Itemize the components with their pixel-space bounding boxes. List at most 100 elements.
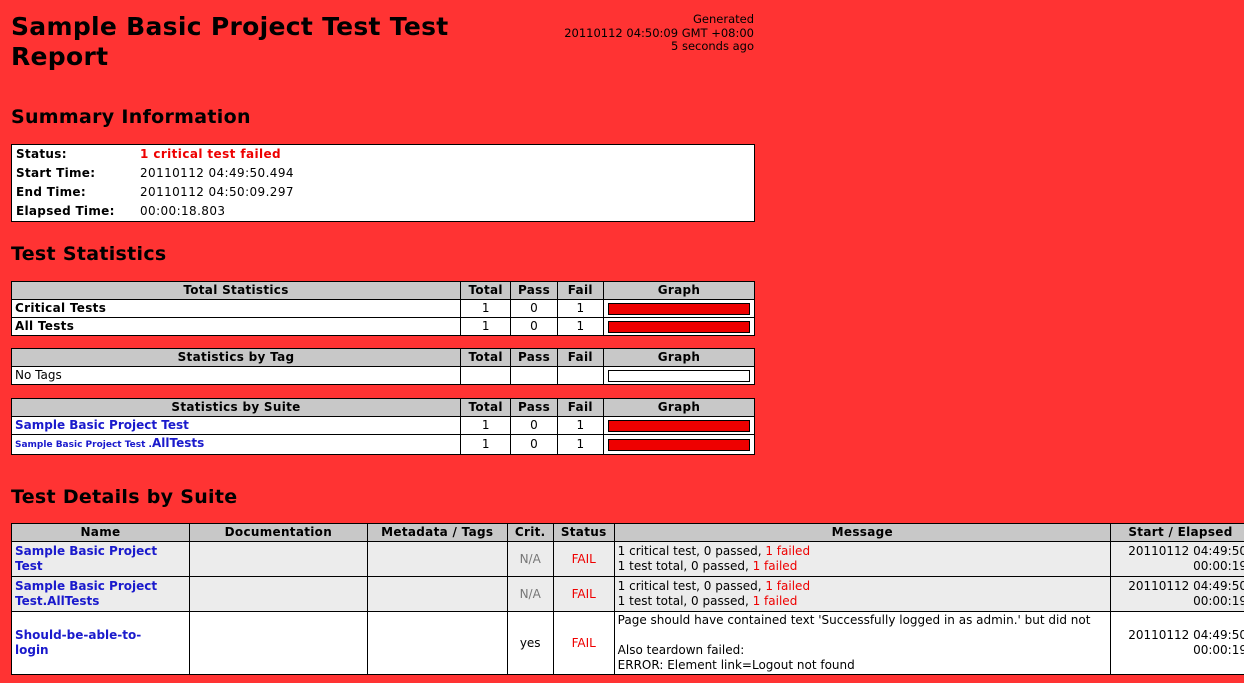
summary-status-row: Status: 1 critical test failed bbox=[12, 145, 754, 164]
message-text: ERROR: Element link=Logout not found bbox=[617, 658, 855, 672]
col-fail: Fail bbox=[556, 348, 604, 367]
summary-end-row: End Time: 20110112 04:50:09.297 bbox=[12, 183, 754, 202]
message-failed: 1 failed bbox=[765, 544, 811, 558]
message-text: 1 critical test, 0 passed, bbox=[617, 579, 766, 593]
summary-heading: Summary Information bbox=[11, 106, 251, 128]
elapsed-time-value: 00:00:18.803 bbox=[140, 204, 226, 218]
stat-fail: 1 bbox=[556, 434, 604, 455]
stat-graph-bar bbox=[607, 369, 750, 382]
stat-name: Critical Tests bbox=[10, 299, 462, 318]
col-metadata-tags: Metadata / Tags bbox=[366, 523, 508, 542]
test-name-link[interactable]: Should-be-able-to-login bbox=[15, 628, 145, 658]
message-text: 1 test total, 0 passed, bbox=[617, 559, 753, 573]
total-statistics-header: Total Statistics bbox=[10, 281, 462, 300]
stat-row-suite: Sample Basic Project Test .AllTests 1 0 … bbox=[10, 434, 756, 455]
status-cell: FAIL bbox=[552, 576, 615, 612]
table-row: Should-be-able-to-login yes FAIL Page sh… bbox=[11, 611, 1244, 675]
suite-statistics-table: Statistics by Suite Total Pass Fail Grap… bbox=[10, 398, 756, 455]
status-label: Status: bbox=[16, 147, 67, 161]
stat-pass: 0 bbox=[510, 317, 558, 336]
start-time-label: Start Time: bbox=[16, 166, 96, 180]
elapsed-time: 00:00:19 bbox=[1193, 643, 1244, 657]
summary-table: Status: 1 critical test failed Start Tim… bbox=[11, 144, 755, 222]
col-fail: Fail bbox=[556, 281, 604, 300]
tag-statistics-table: Statistics by Tag Total Pass Fail Graph … bbox=[10, 348, 756, 385]
suite-name-link[interactable]: Sample Basic Project Test.AllTests bbox=[15, 579, 157, 608]
suite-statistics-header: Statistics by Suite bbox=[10, 398, 462, 417]
stat-row-all: All Tests 1 0 1 bbox=[10, 317, 756, 336]
stat-pass: 0 bbox=[510, 416, 558, 435]
message-cell: 1 critical test, 0 passed, 1 failed 1 te… bbox=[613, 541, 1111, 577]
status-cell: FAIL bbox=[552, 611, 615, 675]
documentation-cell bbox=[188, 611, 368, 675]
report-title: Sample Basic Project Test Test Report bbox=[11, 12, 449, 71]
details-heading: Test Details by Suite bbox=[11, 486, 238, 508]
col-total: Total bbox=[460, 348, 512, 367]
col-crit: Crit. bbox=[506, 523, 554, 542]
col-pass: Pass bbox=[510, 348, 558, 367]
stat-fail: 1 bbox=[556, 416, 604, 435]
suite-link-prefix[interactable]: Sample Basic Project Test . bbox=[15, 440, 152, 450]
stat-name: No Tags bbox=[10, 366, 462, 385]
stat-total: 1 bbox=[460, 416, 512, 435]
col-pass: Pass bbox=[510, 398, 558, 417]
col-status: Status bbox=[552, 523, 615, 542]
stat-total bbox=[460, 366, 512, 385]
stat-graph-bar bbox=[607, 302, 750, 315]
stat-row-suite: Sample Basic Project Test 1 0 1 bbox=[10, 416, 756, 435]
col-graph: Graph bbox=[602, 348, 756, 367]
message-text: Also teardown failed: bbox=[617, 643, 745, 657]
metadata-cell bbox=[366, 541, 508, 577]
suite-name-link[interactable]: Sample Basic Project Test bbox=[15, 544, 157, 573]
start-time: 20110112 04:49:50 bbox=[1128, 579, 1244, 593]
metadata-cell bbox=[366, 576, 508, 612]
table-row: Sample Basic Project Test.AllTests N/A F… bbox=[11, 576, 1244, 612]
elapsed-time: 00:00:19 bbox=[1193, 559, 1244, 573]
message-text: 1 test total, 0 passed, bbox=[617, 594, 753, 608]
message-failed: 1 failed bbox=[752, 559, 798, 573]
generated-label: Generated bbox=[692, 12, 754, 26]
end-time-value: 20110112 04:50:09.297 bbox=[140, 185, 294, 199]
status-cell: FAIL bbox=[552, 541, 615, 577]
stat-row-critical: Critical Tests 1 0 1 bbox=[10, 299, 756, 318]
elapsed-time: 00:00:19 bbox=[1193, 594, 1244, 608]
col-pass: Pass bbox=[510, 281, 558, 300]
generated-info: Generated 20110112 04:50:09 GMT +08:00 5… bbox=[540, 12, 754, 54]
stat-graph-bar bbox=[607, 438, 750, 451]
message-text: Page should have contained text 'Success… bbox=[617, 613, 1091, 627]
stat-total: 1 bbox=[460, 299, 512, 318]
crit-cell: yes bbox=[506, 611, 554, 675]
stat-fail: 1 bbox=[556, 299, 604, 318]
message-cell: Page should have contained text 'Success… bbox=[613, 611, 1111, 675]
start-elapsed-cell: 20110112 04:49:50 00:00:19 bbox=[1109, 541, 1244, 577]
col-documentation: Documentation bbox=[188, 523, 368, 542]
stat-graph-bar bbox=[607, 419, 750, 432]
start-time: 20110112 04:49:50 bbox=[1128, 544, 1244, 558]
statistics-heading: Test Statistics bbox=[11, 243, 167, 265]
suite-link[interactable]: Sample Basic Project Test bbox=[15, 418, 189, 432]
stat-total: 1 bbox=[460, 434, 512, 455]
metadata-cell bbox=[366, 611, 508, 675]
col-graph: Graph bbox=[602, 398, 756, 417]
end-time-label: End Time: bbox=[16, 185, 86, 199]
suite-link-cell[interactable]: Sample Basic Project Test .AllTests bbox=[10, 434, 462, 455]
col-start-elapsed: Start / Elapsed bbox=[1109, 523, 1244, 542]
summary-elapsed-row: Elapsed Time: 00:00:18.803 bbox=[12, 202, 754, 221]
details-table: Name Documentation Metadata / Tags Crit.… bbox=[11, 523, 1244, 675]
crit-cell: N/A bbox=[506, 541, 554, 577]
message-failed: 1 failed bbox=[752, 594, 798, 608]
start-time: 20110112 04:49:50 bbox=[1128, 628, 1244, 642]
suite-link[interactable]: AllTests bbox=[152, 436, 204, 450]
tag-statistics-header: Statistics by Tag bbox=[10, 348, 462, 367]
start-elapsed-cell: 20110112 04:49:50 00:00:19 bbox=[1109, 576, 1244, 612]
message-text: 1 critical test, 0 passed, bbox=[617, 544, 766, 558]
start-elapsed-cell: 20110112 04:49:50 00:00:19 bbox=[1109, 611, 1244, 675]
generated-time: 20110112 04:50:09 GMT +08:00 bbox=[564, 25, 754, 40]
total-statistics-table: Total Statistics Total Pass Fail Graph C… bbox=[10, 281, 756, 336]
message-cell: 1 critical test, 0 passed, 1 failed 1 te… bbox=[613, 576, 1111, 612]
elapsed-time-label: Elapsed Time: bbox=[16, 204, 115, 218]
col-fail: Fail bbox=[556, 398, 604, 417]
stat-pass bbox=[510, 366, 558, 385]
documentation-cell bbox=[188, 576, 368, 612]
stat-row-no-tags: No Tags bbox=[10, 366, 756, 385]
